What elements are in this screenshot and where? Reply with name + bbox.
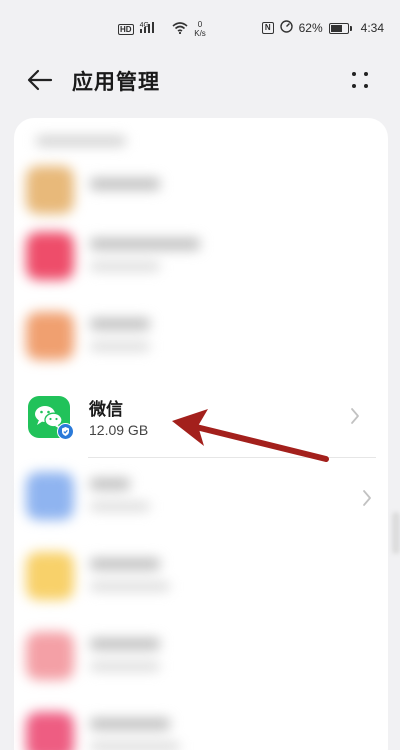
speedometer-icon — [279, 20, 293, 36]
chevron-right-icon — [363, 490, 371, 506]
app-size: 12.09 GB — [89, 422, 149, 438]
blurred-app-row[interactable] — [14, 696, 388, 750]
status-bar: HD 4G 0 K/s N 62% 4:34 — [0, 0, 400, 52]
chevron-right-icon — [351, 408, 359, 424]
verified-shield-icon — [57, 423, 74, 440]
header: 应用管理 — [0, 52, 400, 108]
more-dots-icon-part — [364, 84, 368, 88]
more-dots-icon — [352, 72, 356, 76]
more-options-button[interactable] — [350, 68, 374, 92]
more-dots-icon-part — [364, 72, 368, 76]
blurred-app-row[interactable] — [14, 456, 388, 534]
more-dots-icon-part — [352, 84, 356, 88]
blurred-app-row[interactable] — [14, 616, 388, 694]
blurred-app-row[interactable] — [14, 216, 388, 294]
page-title: 应用管理 — [72, 70, 160, 94]
back-arrow-icon — [27, 69, 53, 91]
blurred-app-row[interactable] — [14, 296, 388, 374]
hd-badge: HD — [118, 23, 134, 35]
app-row-wechat[interactable]: 微信 12.09 GB — [14, 376, 376, 458]
blurred-search-bar — [28, 130, 368, 152]
battery-icon — [328, 22, 352, 34]
scroll-indicator[interactable] — [392, 512, 400, 554]
back-button[interactable] — [24, 66, 56, 94]
blurred-app-row[interactable] — [14, 536, 388, 614]
app-name: 微信 — [89, 400, 123, 420]
signal-icon: 4G — [139, 22, 167, 36]
status-bar-right: N 62% 4:34 — [261, 20, 384, 36]
network-speed-unit: K/s — [194, 29, 206, 38]
app-management-screen: HD 4G 0 K/s N 62% 4:34 应用管理 微信 12.09 GB — [0, 0, 400, 750]
battery-percent: 62% — [298, 21, 323, 35]
network-speed: 0 K/s — [194, 20, 206, 38]
wifi-icon — [172, 21, 188, 37]
clock: 4:34 — [360, 21, 384, 35]
status-bar-network: HD 4G 0 K/s — [118, 20, 206, 38]
divider — [88, 457, 376, 458]
nfc-icon: N — [261, 22, 274, 34]
network-speed-value: 0 — [197, 20, 203, 29]
